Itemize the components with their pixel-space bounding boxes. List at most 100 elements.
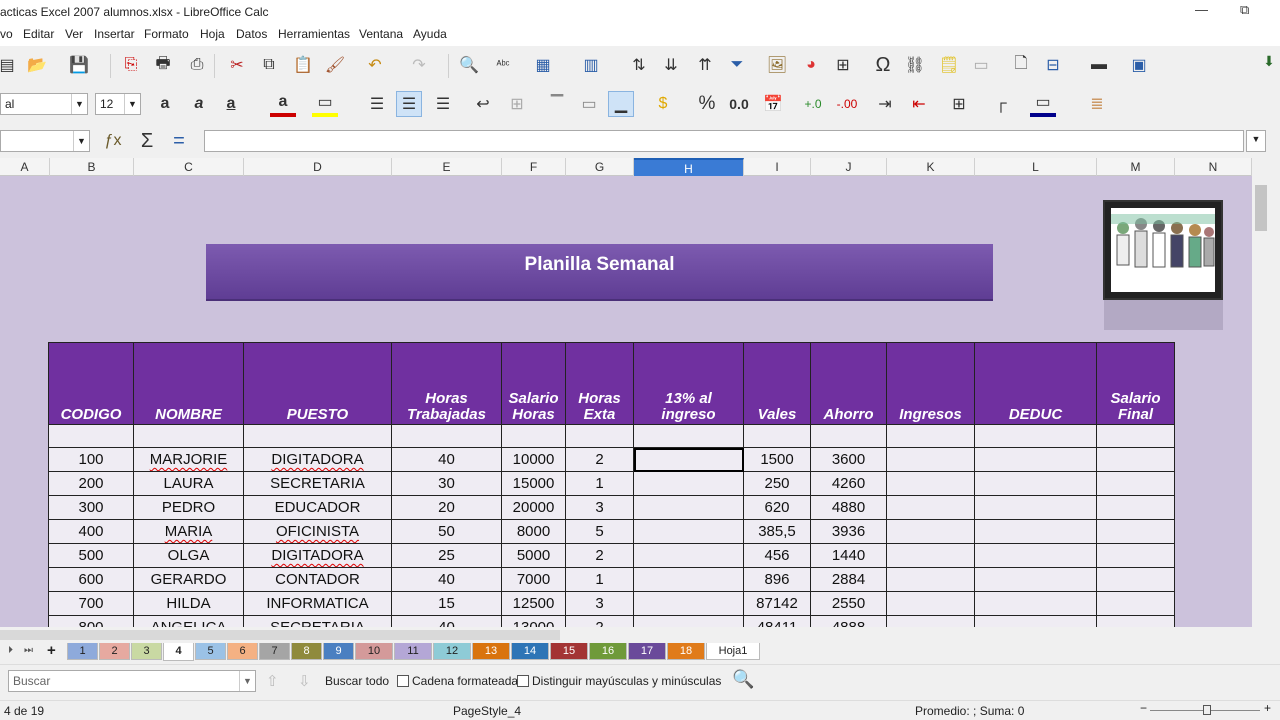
header-horas-trabajadas[interactable]: Horas Trabajadas xyxy=(391,342,502,425)
chevron-down-icon[interactable]: ▼ xyxy=(239,671,255,691)
table-cell[interactable] xyxy=(886,495,975,520)
table-cell[interactable]: 12500 xyxy=(501,591,566,616)
menu-editar[interactable]: Editar xyxy=(23,27,54,41)
table-cell[interactable] xyxy=(633,471,744,496)
empty-cell[interactable] xyxy=(1096,424,1175,448)
column-header-i[interactable]: I xyxy=(744,158,811,176)
open-folder-icon[interactable]: 📂 xyxy=(24,52,50,78)
sheet-tab[interactable]: 15 xyxy=(550,643,588,660)
table-cell[interactable]: 4888 xyxy=(810,615,887,627)
font-size-box[interactable]: 12 ▼ xyxy=(95,93,141,115)
sheet-tab[interactable]: Hoja1 xyxy=(706,643,760,660)
table-cell[interactable]: 4880 xyxy=(810,495,887,520)
sort-icon[interactable]: ⇅ xyxy=(626,52,652,78)
table-cell[interactable] xyxy=(974,615,1097,627)
font-color-icon[interactable]: a xyxy=(270,91,296,117)
table-cell[interactable]: 2884 xyxy=(810,567,887,592)
italic-icon[interactable]: a xyxy=(186,91,212,117)
zoom-out-icon[interactable]: − xyxy=(1140,701,1147,715)
comment-icon[interactable]: 🗒 xyxy=(936,52,962,78)
empty-cell[interactable] xyxy=(133,424,244,448)
table-cell[interactable]: 700 xyxy=(48,591,134,616)
download-icon[interactable]: ⬇ xyxy=(1256,48,1280,74)
save-icon[interactable]: 💾 xyxy=(66,52,92,78)
restore-button[interactable]: ⧉ xyxy=(1240,2,1249,18)
column-header-e[interactable]: E xyxy=(392,158,502,176)
column-header-c[interactable]: C xyxy=(134,158,244,176)
sheet-tab[interactable]: 9 xyxy=(323,643,354,660)
table-cell[interactable]: 7000 xyxy=(501,567,566,592)
print-preview-icon[interactable]: ⎙ xyxy=(184,52,210,78)
sort-ascending-icon[interactable]: ⇊ xyxy=(658,52,684,78)
font-name-box[interactable]: al ▼ xyxy=(0,93,88,115)
highlight-icon[interactable]: ▭ xyxy=(312,91,338,117)
table-cell[interactable] xyxy=(886,447,975,472)
table-cell[interactable] xyxy=(1096,471,1175,496)
table-cell[interactable]: 40 xyxy=(391,567,502,592)
menu-formato[interactable]: Formato xyxy=(144,27,189,41)
table-cell[interactable]: HILDA xyxy=(133,591,244,616)
column-icon[interactable]: ▥ xyxy=(578,52,604,78)
number-format-icon[interactable]: 0.0 xyxy=(724,91,754,117)
clone-formatting-icon[interactable]: 🖌 xyxy=(322,52,348,78)
table-cell[interactable] xyxy=(974,591,1097,616)
table-cell[interactable]: LAURA xyxy=(133,471,244,496)
find-replace-icon[interactable]: 🔍 xyxy=(456,52,482,78)
menu-hoja[interactable]: Hoja xyxy=(200,27,225,41)
table-cell[interactable]: PEDRO xyxy=(133,495,244,520)
workers-image[interactable] xyxy=(1103,200,1223,300)
table-cell[interactable]: 8000 xyxy=(501,519,566,544)
header-salario-horas[interactable]: Salario Horas xyxy=(501,342,566,425)
sort-descending-icon[interactable]: ⇈ xyxy=(692,52,718,78)
chevron-down-icon[interactable]: ▼ xyxy=(124,94,140,114)
last-sheet-icon[interactable]: ⏭ xyxy=(24,645,33,656)
formula-input[interactable] xyxy=(204,130,1244,152)
table-cell[interactable]: 456 xyxy=(743,543,811,568)
horizontal-scroll-thumb[interactable] xyxy=(0,630,560,640)
table-cell[interactable]: 1 xyxy=(565,567,634,592)
paste-icon[interactable]: 📋 xyxy=(290,52,316,78)
table-cell[interactable] xyxy=(886,471,975,496)
sheet-tab[interactable]: 14 xyxy=(511,643,549,660)
table-cell[interactable]: 1500 xyxy=(743,447,811,472)
hyperlink-icon[interactable]: ⛓ xyxy=(902,52,928,78)
table-cell[interactable]: ANGELICA xyxy=(133,615,244,627)
header-salario-final[interactable]: Salario Final xyxy=(1096,342,1175,425)
header-puesto[interactable]: PUESTO xyxy=(243,342,392,425)
expand-formula-icon[interactable]: ▼ xyxy=(1246,130,1266,152)
wrap-text-icon[interactable]: ↩ xyxy=(470,91,496,117)
table-cell[interactable]: 3 xyxy=(565,495,634,520)
copy-icon[interactable]: ⧉ xyxy=(256,52,282,78)
table-cell[interactable]: 300 xyxy=(48,495,134,520)
table-cell[interactable]: 1 xyxy=(565,471,634,496)
table-cell[interactable] xyxy=(886,519,975,544)
table-cell[interactable] xyxy=(886,543,975,568)
table-cell[interactable]: 2550 xyxy=(810,591,887,616)
cut-icon[interactable]: ✂ xyxy=(224,52,250,78)
table-cell[interactable]: 40 xyxy=(391,615,502,627)
table-cell[interactable]: 15 xyxy=(391,591,502,616)
table-cell[interactable]: 2 xyxy=(565,615,634,627)
sheet-tab[interactable]: 12 xyxy=(433,643,471,660)
sheet-tab[interactable]: 1 xyxy=(67,643,98,660)
menu-datos[interactable]: Datos xyxy=(236,27,267,41)
menu-ayuda[interactable]: Ayuda xyxy=(413,27,447,41)
table-cell[interactable] xyxy=(974,567,1097,592)
first-sheet-icon[interactable]: ⏵ xyxy=(8,645,13,656)
chevron-down-icon[interactable]: ▼ xyxy=(71,94,87,114)
table-cell[interactable]: INFORMATICA xyxy=(243,591,392,616)
table-cell[interactable]: OFICINISTA xyxy=(243,519,392,544)
table-cell[interactable]: DIGITADORA xyxy=(243,543,392,568)
table-cell[interactable] xyxy=(974,495,1097,520)
empty-cell[interactable] xyxy=(501,424,566,448)
sheet-tab[interactable]: 16 xyxy=(589,643,627,660)
table-cell[interactable]: 20 xyxy=(391,495,502,520)
underline-icon[interactable]: a xyxy=(218,91,244,117)
header-horas-exta[interactable]: Horas Exta xyxy=(565,342,634,425)
table-cell[interactable]: SECRETARIA xyxy=(243,615,392,627)
sheet-tab[interactable]: 3 xyxy=(131,643,162,660)
column-header-g[interactable]: G xyxy=(566,158,634,176)
empty-cell[interactable] xyxy=(633,424,744,448)
split-window-icon[interactable]: ▬ xyxy=(1086,52,1112,78)
page-style[interactable]: PageStyle_4 xyxy=(453,704,521,718)
